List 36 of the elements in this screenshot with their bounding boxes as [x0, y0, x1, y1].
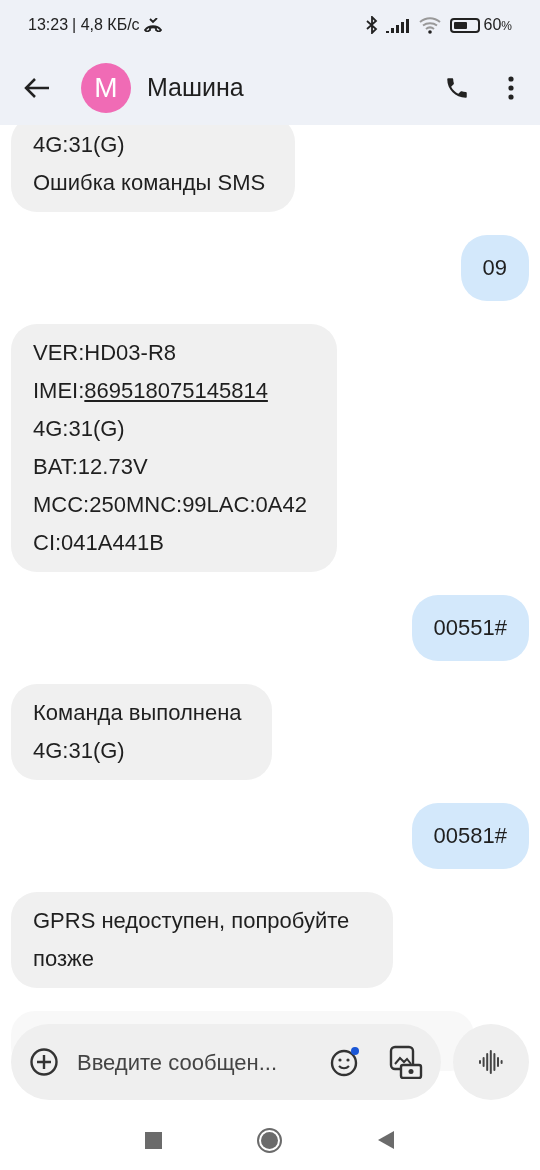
message-text: 00581#: [433, 822, 507, 850]
message-text: 00551#: [433, 614, 507, 642]
message-text: VER:HD03-R8: [33, 339, 178, 367]
message-text: BAT:12.73V: [33, 453, 149, 481]
message-input[interactable]: Введите сообщен...: [11, 1024, 441, 1100]
emoji-icon[interactable]: [329, 1046, 361, 1078]
voice-wave-icon: [478, 1049, 504, 1075]
message-text: 4G:31(G): [33, 737, 126, 765]
network-speed: | 4,8 КБ/с: [72, 15, 140, 35]
missed-call-icon: [143, 18, 162, 32]
contact-avatar: М: [81, 62, 131, 113]
back-icon[interactable]: [24, 76, 50, 99]
message-text: Команда выполнена: [33, 699, 242, 727]
add-icon[interactable]: [29, 1047, 59, 1077]
battery-percent: 60%: [483, 15, 512, 35]
message-text: IMEI:: [33, 377, 85, 405]
battery-icon: [449, 17, 480, 33]
imei-link[interactable]: 869518075145814: [84, 372, 268, 410]
message-text: CI:041A441B: [33, 529, 165, 557]
back-button[interactable]: [377, 1130, 395, 1150]
gallery-camera-icon[interactable]: [389, 1045, 423, 1079]
signal-icon: [385, 17, 410, 33]
more-options-icon[interactable]: [508, 75, 514, 100]
message-text: 4G:31(G): [33, 131, 126, 159]
recents-button[interactable]: [145, 1131, 162, 1149]
wifi-icon: [417, 16, 442, 34]
message-text: GPRS недоступен, попробуйте позже: [33, 907, 351, 973]
message-text: 4G:31(G): [33, 415, 126, 443]
message-text: Ошибка команды SMS: [33, 169, 266, 197]
clock: 13:23: [28, 15, 69, 35]
message-text: 09: [482, 254, 507, 282]
message-text: MCC:250MNC:99LAC:0A42: [33, 491, 307, 519]
contact-name: Машина: [147, 71, 244, 103]
input-placeholder: Введите сообщен...: [77, 1048, 278, 1077]
home-button[interactable]: [257, 1127, 282, 1153]
bluetooth-icon: [365, 16, 378, 34]
